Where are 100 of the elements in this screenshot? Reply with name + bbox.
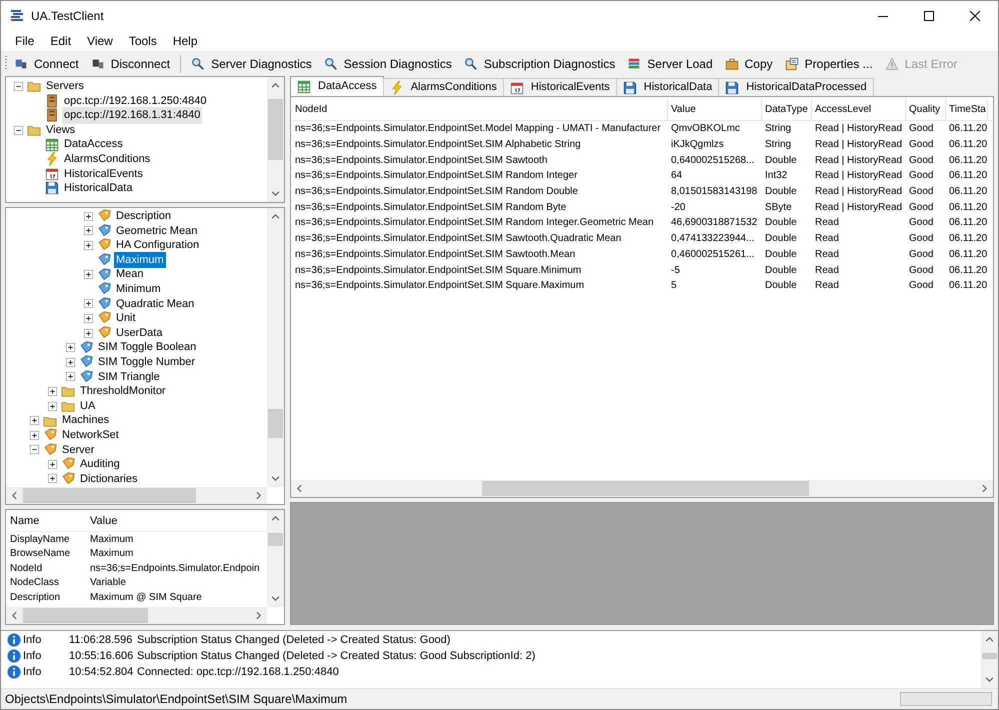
menu-item[interactable]: File xyxy=(7,30,42,52)
tree-item[interactable]: HistoricalEvents xyxy=(62,166,145,182)
expand-icon[interactable] xyxy=(48,386,57,396)
table-cell-text: Good xyxy=(908,279,934,294)
close-icon xyxy=(970,11,980,21)
expand-icon[interactable] xyxy=(84,270,93,280)
tree-item[interactable]: AlarmsConditions xyxy=(62,151,152,168)
column-header[interactable]: Value xyxy=(90,513,118,530)
tree-item[interactable]: Server xyxy=(60,442,96,458)
table-cell-text: Read | HistoryRead xyxy=(814,154,904,168)
expand-icon[interactable] xyxy=(66,358,75,367)
tab[interactable]: HistoricalEvents xyxy=(502,78,617,96)
column-header[interactable]: Value xyxy=(668,99,762,120)
expand-icon[interactable] xyxy=(84,314,93,323)
expand-icon[interactable] xyxy=(30,416,39,426)
toolbar-button[interactable]: Server Load xyxy=(622,52,718,74)
tree-item[interactable]: Maximum xyxy=(114,252,166,268)
tree-item[interactable]: SIM Triangle xyxy=(96,368,162,386)
tree-item[interactable]: Description xyxy=(114,208,174,225)
vertical-scrollbar[interactable] xyxy=(267,208,284,487)
tree-item[interactable]: DataAccess xyxy=(62,136,125,153)
scrollbar-thumb[interactable] xyxy=(482,481,809,496)
scroll-down-icon xyxy=(271,474,280,483)
tab[interactable]: HistoricalData xyxy=(616,78,720,96)
scrollbar-thumb[interactable] xyxy=(23,488,196,503)
expand-icon[interactable] xyxy=(84,226,93,236)
column-header[interactable]: Quality xyxy=(906,99,946,120)
expand-icon[interactable] xyxy=(66,343,75,352)
table-cell-text: String xyxy=(764,122,792,136)
tree-item[interactable]: opc.tcp://192.168.1.31:4840 xyxy=(62,107,202,124)
horizontal-scrollbar[interactable] xyxy=(6,607,267,624)
expand-icon[interactable] xyxy=(84,299,93,308)
menu-item[interactable]: Help xyxy=(164,30,206,52)
column-header[interactable]: NodeId xyxy=(292,99,668,120)
expand-icon[interactable] xyxy=(66,372,75,382)
scrollbar-thumb[interactable] xyxy=(268,408,283,438)
vertical-scrollbar[interactable] xyxy=(267,77,284,202)
menu-item[interactable]: Edit xyxy=(42,30,80,52)
tree-item[interactable]: UserData xyxy=(114,324,164,342)
vertical-scrollbar[interactable] xyxy=(267,510,284,607)
toolbar-button[interactable]: Disconnect xyxy=(86,52,176,74)
tree-item[interactable]: Quadratic Mean xyxy=(114,296,196,312)
scrollbar-thumb[interactable] xyxy=(23,608,148,623)
tree-item[interactable]: Machines xyxy=(60,412,112,429)
expand-icon[interactable] xyxy=(84,212,93,221)
tree-item[interactable]: opc.tcp://192.168.1.250:4840 xyxy=(62,92,209,110)
table-cell-text: ns=36;s=Endpoints.Simulator.EndpointSet.SIM Random Integer.Geometric Mean xyxy=(294,216,655,230)
expand-icon[interactable] xyxy=(48,402,57,411)
tree-item[interactable]: SIM Toggle Number xyxy=(96,354,198,370)
collapse-icon[interactable] xyxy=(14,82,23,91)
toolbar-button[interactable]: Copy xyxy=(720,52,778,74)
scroll-up-icon xyxy=(271,212,280,221)
menu-item[interactable]: Tools xyxy=(120,30,165,52)
collapse-icon[interactable] xyxy=(14,126,23,135)
tree-item[interactable]: HA Configuration xyxy=(114,237,202,254)
tree-item[interactable]: Dictionaries xyxy=(78,470,140,487)
table-cell-text: String xyxy=(764,138,792,152)
toolbar-button[interactable]: Properties ... xyxy=(780,52,878,74)
tree-item[interactable]: ThresholdMonitor xyxy=(78,383,168,400)
tree-item[interactable]: Auditing xyxy=(78,456,122,473)
column-header[interactable]: AccessLevel xyxy=(812,99,906,120)
table-cell-text: 06.11.20 xyxy=(948,138,988,152)
menu-item[interactable]: View xyxy=(79,30,121,52)
column-header[interactable]: Name xyxy=(10,513,90,530)
collapse-icon[interactable] xyxy=(30,445,39,454)
tab[interactable]: HistoricalDataProcessed xyxy=(718,78,874,96)
tree-item[interactable]: UA xyxy=(78,398,98,414)
tree-item[interactable]: NetworkSet xyxy=(60,426,121,444)
expand-icon[interactable] xyxy=(48,460,57,469)
toolbar-button[interactable]: Subscription Diagnostics xyxy=(458,52,620,74)
tag-icon xyxy=(79,355,93,370)
horizontal-scrollbar[interactable] xyxy=(6,487,267,504)
scrollbar-thumb[interactable] xyxy=(268,533,283,546)
toolbar-button[interactable]: Session Diagnostics xyxy=(318,52,457,74)
scrollbar-thumb[interactable] xyxy=(268,99,283,160)
expand-icon[interactable] xyxy=(48,474,57,484)
tree-item[interactable]: Unit xyxy=(114,310,138,327)
tree-item[interactable]: Mean xyxy=(114,266,146,283)
tab[interactable]: DataAccess xyxy=(290,76,384,96)
tree-item[interactable]: Minimum xyxy=(114,281,163,298)
column-header[interactable]: DataType xyxy=(762,99,812,120)
toolbar-button[interactable]: Connect xyxy=(9,52,84,74)
tree-item[interactable]: Geometric Mean xyxy=(114,222,200,240)
table-cell-text: ns=36;s=Endpoints.Simulator.EndpointSet.SIM Random Integer xyxy=(294,169,578,184)
expand-icon[interactable] xyxy=(30,430,39,440)
vertical-scrollbar[interactable] xyxy=(981,631,998,688)
horizontal-scrollbar[interactable] xyxy=(291,480,993,497)
expand-icon[interactable] xyxy=(84,240,93,250)
column-header[interactable]: TimeSta xyxy=(946,99,988,120)
tree-item[interactable]: Servers xyxy=(44,78,86,95)
tree-item[interactable]: SIM Toggle Boolean xyxy=(96,339,198,356)
tree-item[interactable]: HistoricalData xyxy=(62,180,134,197)
tab[interactable]: AlarmsConditions xyxy=(382,78,504,96)
table-cell-text: Read xyxy=(814,248,840,262)
scrollbar-thumb[interactable] xyxy=(982,652,997,660)
expand-icon[interactable] xyxy=(84,328,93,338)
maximize-icon xyxy=(924,11,934,21)
grid-icon xyxy=(297,80,311,94)
tree-item[interactable]: Views xyxy=(44,122,78,138)
toolbar-button[interactable]: Server Diagnostics xyxy=(186,52,317,74)
